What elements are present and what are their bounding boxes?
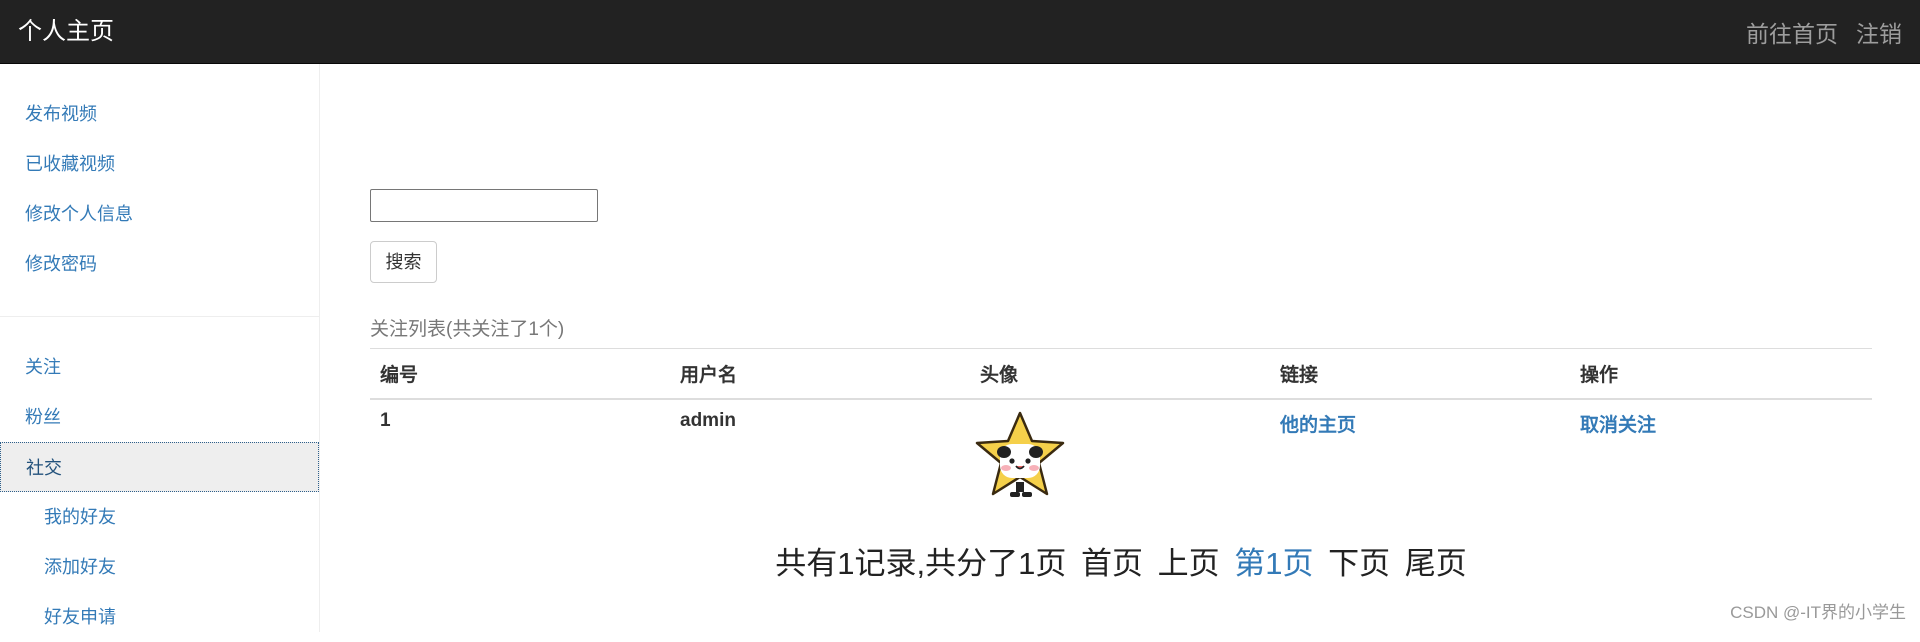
avatar-star-image	[970, 408, 1070, 508]
unfollow-button[interactable]: 取消关注	[1570, 399, 1872, 511]
sidebar-item-my-friends[interactable]: 我的好友	[0, 492, 319, 542]
pager-current[interactable]: 第1页	[1234, 546, 1313, 581]
pager-last[interactable]: 尾页	[1405, 546, 1467, 581]
top-navbar: 个人主页 前往首页 注销	[0, 0, 1920, 64]
pager-next[interactable]: 下页	[1328, 546, 1390, 581]
sidebar-item-add-friend[interactable]: 添加好友	[0, 542, 319, 592]
goto-home-link[interactable]: 前往首页	[1746, 15, 1838, 49]
follow-table: 编号 用户名 头像 链接 操作 1 admin	[370, 348, 1872, 511]
navbar-links: 前往首页 注销	[1746, 0, 1902, 64]
header-action: 操作	[1570, 349, 1872, 399]
pager-prev[interactable]: 上页	[1158, 546, 1220, 581]
header-avatar: 头像	[970, 349, 1270, 399]
pagination: 共有1记录,共分了1页 首页 上页 第1页 下页 尾页	[370, 538, 1872, 583]
sidebar-divider	[0, 316, 319, 317]
pager-first[interactable]: 首页	[1081, 546, 1143, 581]
header-id: 编号	[370, 349, 670, 399]
cell-id: 1	[370, 399, 670, 511]
sidebar-group-video: 发布视频 已收藏视频 修改个人信息 修改密码	[0, 64, 319, 289]
his-homepage-link[interactable]: 他的主页	[1270, 399, 1570, 511]
sidebar-item-friend-requests[interactable]: 好友申请	[0, 592, 319, 642]
brand-title[interactable]: 个人主页	[18, 0, 114, 64]
sidebar: 发布视频 已收藏视频 修改个人信息 修改密码 关注 粉丝 社交 我的好友 添加好…	[0, 64, 320, 632]
sidebar-item-following[interactable]: 关注	[0, 342, 319, 392]
search-input[interactable]	[370, 189, 598, 222]
header-link: 链接	[1270, 349, 1570, 399]
watermark: CSDN @-IT界的小学生	[1730, 598, 1906, 623]
main-content: 搜索 关注列表(共关注了1个) 编号 用户名 头像 链接 操作 1 admin	[370, 64, 1872, 632]
sidebar-item-change-password[interactable]: 修改密码	[0, 239, 319, 289]
header-username: 用户名	[670, 349, 970, 399]
sidebar-item-edit-profile[interactable]: 修改个人信息	[0, 189, 319, 239]
follow-list-caption: 关注列表(共关注了1个)	[370, 314, 564, 341]
search-button[interactable]: 搜索	[370, 241, 437, 283]
sidebar-item-publish-video[interactable]: 发布视频	[0, 89, 319, 139]
sidebar-group-social: 关注 粉丝 社交 我的好友 添加好友 好友申请	[0, 342, 319, 642]
pager-summary: 共有1记录,共分了1页	[775, 546, 1066, 581]
logout-link[interactable]: 注销	[1856, 15, 1902, 49]
sidebar-item-favorite-videos[interactable]: 已收藏视频	[0, 139, 319, 189]
sidebar-item-social[interactable]: 社交	[0, 442, 319, 492]
table-header-row: 编号 用户名 头像 链接 操作	[370, 349, 1872, 399]
cell-username: admin	[670, 399, 970, 511]
table-row: 1 admin	[370, 399, 1872, 511]
sidebar-item-fans[interactable]: 粉丝	[0, 392, 319, 442]
cell-avatar	[970, 399, 1270, 511]
